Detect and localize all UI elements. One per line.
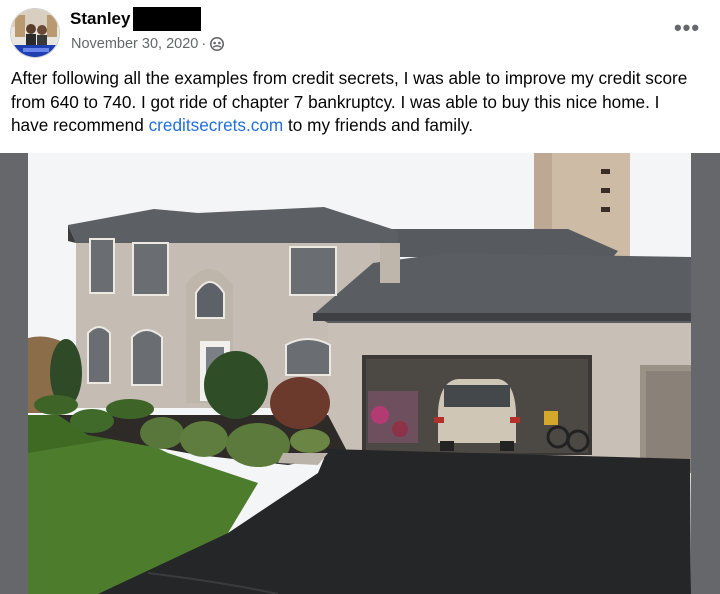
avatar-image [11,9,59,57]
post-header: Stanley November 30, 2020 · ••• [0,0,720,64]
redacted-surname [133,7,202,31]
post-photo-container[interactable] [0,153,720,594]
more-options-label: ••• [673,15,701,40]
ellipsis-icon[interactable]: ••• [672,15,702,40]
author-name[interactable]: Stanley [70,9,130,29]
creditsecrets-link[interactable]: creditsecrets.com [149,115,284,135]
author-row: Stanley [70,7,202,31]
friends-icon[interactable] [209,36,225,52]
post-date[interactable]: November 30, 2020 [71,36,198,52]
post-body: After following all the examples from cr… [11,67,701,138]
house-photo[interactable] [28,153,691,594]
post-meta: November 30, 2020 · [71,36,225,52]
avatar[interactable] [10,8,60,58]
post-text-part2: to my friends and family. [283,115,474,135]
meta-separator: · [201,36,207,52]
